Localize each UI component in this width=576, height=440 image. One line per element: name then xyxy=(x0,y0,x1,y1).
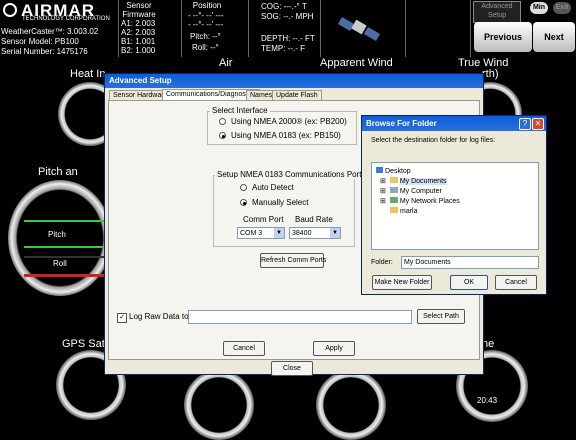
advanced-setup-titlebar: Advanced Setup xyxy=(105,74,483,88)
airmar-logo-icon xyxy=(3,3,17,17)
tree-item-my-documents[interactable]: ⊞ My Documents xyxy=(380,177,447,185)
baud-rate-label: Baud Rate xyxy=(295,215,333,224)
manually-select-radio[interactable] xyxy=(240,199,247,206)
apply-button[interactable]: Apply xyxy=(313,341,355,356)
depth-readout: DEPTH: --.- FT xyxy=(261,34,315,43)
product-version: WeatherCaster™: 3.003.02 xyxy=(1,27,99,36)
expand-icon: ⊞ xyxy=(380,198,386,205)
roll-readout: Roll: --° xyxy=(192,43,219,52)
pitch-readout: Pitch: --° xyxy=(190,32,221,41)
folder-tree[interactable]: Desktop ⊞ My Documents ⊞ My Computer ⊞ M… xyxy=(371,162,539,250)
pitch-and-roll-label: Pitch an xyxy=(38,166,78,178)
chevron-down-icon: ▼ xyxy=(274,228,284,238)
temp-readout: TEMP: --.- F xyxy=(261,44,305,53)
tree-item-marla[interactable]: marla xyxy=(390,207,418,215)
comm-port-select[interactable]: COM 3 ▼ xyxy=(237,227,285,239)
nmea-setup-title: Setup NMEA 0183 Communications Port xyxy=(215,170,364,179)
firmware-b1: B1: 1.001 xyxy=(121,37,156,46)
desktop-icon xyxy=(376,167,383,173)
sog-readout: SOG: --.- MPH xyxy=(261,12,314,21)
make-new-folder-button[interactable]: Make New Folder xyxy=(372,275,432,290)
advanced-setup-button[interactable]: Advanced Setup xyxy=(473,1,521,23)
heat-index-label: Heat In xyxy=(70,68,106,80)
manually-select-label: Manually Select xyxy=(252,198,309,207)
ok-button[interactable]: OK xyxy=(450,275,488,290)
cog-readout: COG: ---.-° T xyxy=(261,2,307,11)
air-label: Air xyxy=(219,57,233,69)
previous-button[interactable]: Previous xyxy=(474,22,532,52)
position-lon: - --°- --' --- xyxy=(188,20,224,29)
computer-icon xyxy=(389,187,398,193)
true-wind-suffix: rth) xyxy=(482,68,499,80)
select-path-button[interactable]: Select Path xyxy=(417,309,465,324)
position-panel: Position - --°- --' --- - --°- --' --- P… xyxy=(182,0,248,57)
navigation-panel: COG: ---.-° T SOG: --.- MPH DEPTH: --.- … xyxy=(249,0,319,57)
cancel-button[interactable]: Cancel xyxy=(223,341,265,356)
log-path-input[interactable] xyxy=(188,310,412,324)
browse-prompt: Select the destination folder for log fi… xyxy=(371,137,496,144)
browse-folder-dialog: Browse For Folder ? ✕ Select the destina… xyxy=(361,115,547,295)
nmea-2000-radio[interactable] xyxy=(219,118,226,125)
help-button[interactable]: ? xyxy=(519,118,531,130)
log-raw-checkbox[interactable]: ✓ xyxy=(117,313,127,323)
chevron-down-icon: ▼ xyxy=(330,228,340,238)
roll-indicator-label: Roll xyxy=(53,259,67,268)
tree-item-my-computer-label: My Computer xyxy=(399,188,442,195)
expand-icon: ⊞ xyxy=(380,178,386,185)
brand-area: AIRMAR TECHNOLOGY CORPORATION WeatherCas… xyxy=(0,0,118,57)
firmware-b2: B2: 1.000 xyxy=(121,46,156,55)
firmware-panel: Sensor Firmware A1: 2.003 A2: 2.003 B1: … xyxy=(119,0,181,57)
close-icon[interactable]: ✕ xyxy=(532,118,544,130)
position-lat: - --°- --' --- xyxy=(188,11,224,20)
network-icon xyxy=(389,197,398,203)
tree-item-desktop-label: Desktop xyxy=(385,168,411,175)
folder-icon xyxy=(390,207,398,213)
sensor-model: Sensor Model: PB100 xyxy=(1,37,79,46)
comm-port-value: COM 3 xyxy=(240,230,263,237)
pitch-indicator-label: Pitch xyxy=(48,230,66,239)
browse-cancel-button[interactable]: Cancel xyxy=(495,275,537,290)
auto-detect-radio[interactable] xyxy=(240,184,247,191)
minimize-button[interactable]: Min xyxy=(530,2,548,14)
close-button[interactable]: Close xyxy=(271,361,313,376)
firmware-title: Sensor Firmware xyxy=(122,1,156,19)
nmea-2000-label: Using NMEA 2000® (ex: PB200) xyxy=(231,117,347,126)
firmware-a1: A1: 2.003 xyxy=(121,19,156,28)
tree-item-my-documents-label: My Documents xyxy=(399,178,447,185)
divider xyxy=(320,0,321,57)
satellite-icon xyxy=(335,8,385,48)
baud-rate-select[interactable]: 38400 ▼ xyxy=(289,227,341,239)
auto-detect-label: Auto Detect xyxy=(252,183,294,192)
bottom-gauge-2 xyxy=(316,370,386,440)
select-interface-title: Select Interface xyxy=(210,106,270,115)
tree-item-my-network-places-label: My Network Places xyxy=(399,198,460,205)
next-button[interactable]: Next xyxy=(533,22,575,52)
gps-label: GPS Sat xyxy=(62,338,105,350)
position-title: Position xyxy=(192,1,222,10)
clock-readout: 20:43 xyxy=(477,396,498,405)
divider xyxy=(405,0,406,57)
divider xyxy=(470,0,471,57)
baud-rate-value: 38400 xyxy=(292,230,312,237)
serial-number: Serial Number: 1475176 xyxy=(1,47,88,56)
pitch-indicator xyxy=(24,220,108,248)
tree-item-my-network-places[interactable]: ⊞ My Network Places xyxy=(380,197,460,205)
folder-input[interactable]: My Documents xyxy=(401,256,539,269)
refresh-comm-ports-button[interactable]: Refresh Comm Ports xyxy=(260,253,326,268)
nmea-0183-radio[interactable] xyxy=(219,132,226,139)
brand-tagline: TECHNOLOGY CORPORATION xyxy=(22,16,110,22)
comm-port-label: Comm Port xyxy=(243,215,284,224)
expand-icon: ⊞ xyxy=(380,188,386,195)
apparent-wind-label: Apparent Wind xyxy=(320,57,393,69)
exit-button[interactable]: Exit xyxy=(553,2,571,14)
log-raw-label: Log Raw Data to xyxy=(129,312,189,321)
folder-label: Folder: xyxy=(371,259,393,266)
firmware-a2: A2: 2.003 xyxy=(121,28,156,37)
folder-icon xyxy=(389,177,398,183)
tree-item-desktop[interactable]: Desktop xyxy=(376,167,411,175)
tree-item-marla-label: marla xyxy=(400,208,418,215)
tree-item-my-computer[interactable]: ⊞ My Computer xyxy=(380,187,442,195)
bottom-gauge-1 xyxy=(184,370,254,440)
nmea-0183-label: Using NMEA 0183 (ex: PB150) xyxy=(231,131,341,140)
